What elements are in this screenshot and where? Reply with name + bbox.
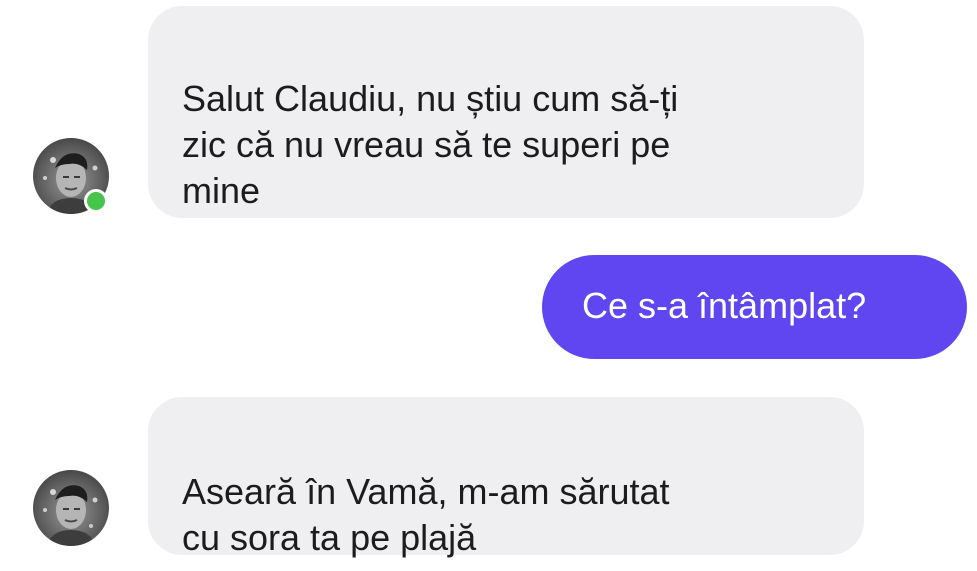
online-status-indicator: [84, 189, 108, 213]
avatar-photo: [33, 470, 109, 546]
outgoing-message-bubble[interactable]: Ce s-a întâmplat?: [542, 255, 967, 359]
contact-avatar[interactable]: [33, 138, 109, 214]
message-text: Salut Claudiu, nu știu cum să-ți zic că …: [182, 78, 679, 211]
incoming-message-bubble[interactable]: Salut Claudiu, nu știu cum să-ți zic că …: [148, 6, 864, 218]
incoming-message-bubble[interactable]: Aseară în Vamă, m-am sărutat cu sora ta …: [148, 397, 864, 558]
contact-avatar[interactable]: [33, 470, 109, 546]
message-text: Aseară în Vamă, m-am sărutat cu sora ta …: [182, 471, 670, 558]
message-text: Ce s-a întâmplat?: [582, 285, 867, 326]
